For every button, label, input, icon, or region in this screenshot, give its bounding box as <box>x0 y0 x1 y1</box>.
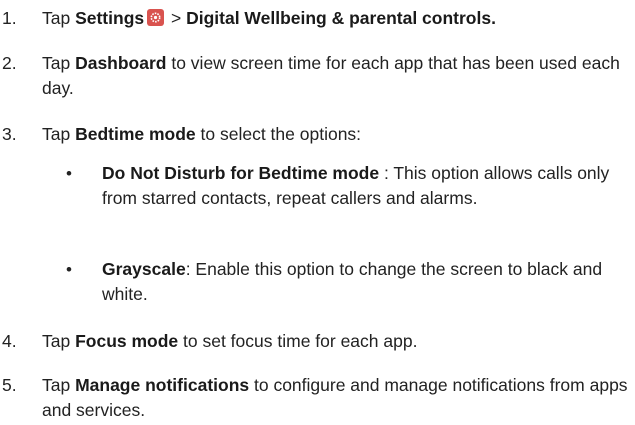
step-prefix: Tap <box>42 53 76 73</box>
settings-gear-icon <box>147 9 165 26</box>
digital-wellbeing-label: Digital Wellbeing & parental controls. <box>186 8 496 28</box>
path-separator: > <box>166 8 187 28</box>
step-number: 2. <box>2 53 17 73</box>
bullet-marker: • <box>66 260 72 279</box>
step-number: 5. <box>2 375 17 395</box>
step-text: Tap Focus mode to set focus time for eac… <box>42 329 632 354</box>
instructions-document: 1. Tap Settings > Digital Wellbeing & pa… <box>0 0 635 425</box>
step-prefix: Tap <box>42 8 76 28</box>
dashboard-label: Dashboard <box>75 53 167 73</box>
step-prefix: Tap <box>42 124 76 144</box>
bullet-marker: • <box>66 164 72 183</box>
step-number: 4. <box>2 331 17 351</box>
bedtime-mode-label: Bedtime mode <box>75 124 196 144</box>
focus-mode-label: Focus mode <box>75 331 179 351</box>
step-number: 1. <box>2 8 17 28</box>
step-description: to set focus time for each app. <box>178 331 418 351</box>
step-text: Tap Bedtime mode to select the options: <box>42 122 632 147</box>
step-text: Tap Settings > Digital Wellbeing & paren… <box>42 6 632 31</box>
step-text: Tap Dashboard to view screen time for ea… <box>42 51 632 101</box>
step-prefix: Tap <box>42 331 76 351</box>
step-description: to select the options: <box>195 124 362 144</box>
step-text: Tap Manage notifications to configure an… <box>42 373 632 423</box>
step-number: 3. <box>2 124 17 144</box>
dnd-bedtime-label: Do Not Disturb for Bedtime mode <box>102 163 380 183</box>
settings-label: Settings <box>75 8 145 28</box>
bullet-text: Do Not Disturb for Bedtime mode : This o… <box>102 161 632 211</box>
bullet-text: Grayscale: Enable this option to change … <box>102 257 632 307</box>
grayscale-label: Grayscale <box>102 259 186 279</box>
manage-notifications-label: Manage notifications <box>75 375 250 395</box>
step-prefix: Tap <box>42 375 76 395</box>
